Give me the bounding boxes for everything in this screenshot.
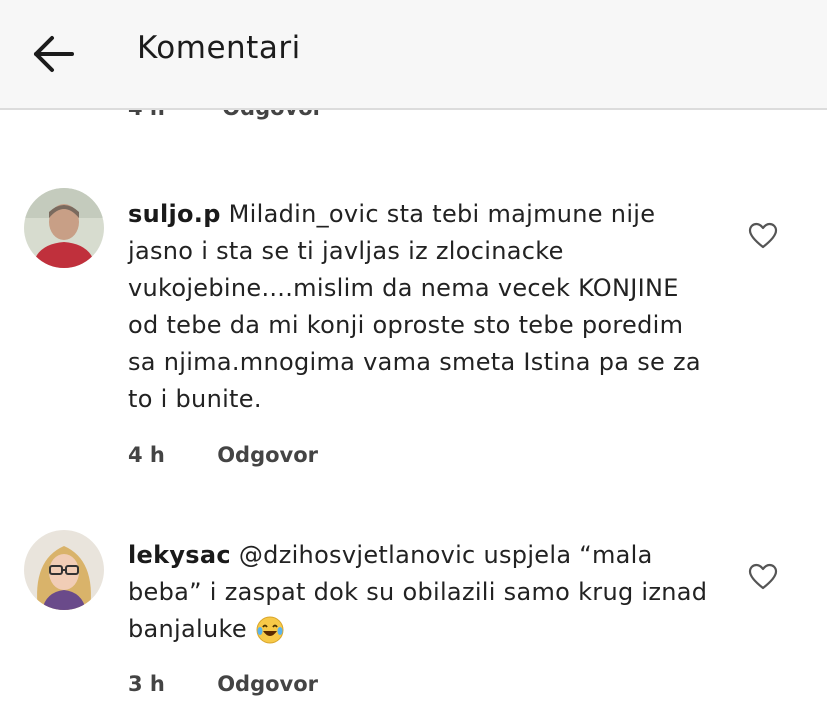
reply-button[interactable]: Odgovor (217, 672, 318, 696)
comment-text: lekysac @dzihosvjetlanovic uspjela “mala… (128, 537, 708, 648)
reply-button[interactable]: Odgovor (217, 443, 318, 467)
laughing-tears-emoji-icon (255, 615, 285, 645)
like-heart-icon[interactable] (748, 222, 778, 250)
like-heart-icon[interactable] (748, 563, 778, 591)
comment-text: suljo.p Miladin_ovic sta tebi majmune ni… (128, 196, 708, 418)
comment-time: 4 h (128, 443, 165, 467)
comment-meta: 4 h Odgovor (128, 443, 318, 467)
header-bar: Komentari (0, 0, 827, 110)
comment-body: Miladin_ovic sta tebi majmune nije jasno… (128, 200, 701, 413)
comment-time: 3 h (128, 672, 165, 696)
comment-username[interactable]: suljo.p (128, 200, 221, 228)
back-arrow-icon[interactable] (30, 32, 78, 76)
comment-meta: 3 h Odgovor (128, 672, 318, 696)
comment-username[interactable]: lekysac (128, 541, 231, 569)
avatar[interactable] (24, 530, 104, 610)
page-title: Komentari (137, 30, 301, 66)
avatar[interactable] (24, 188, 104, 268)
